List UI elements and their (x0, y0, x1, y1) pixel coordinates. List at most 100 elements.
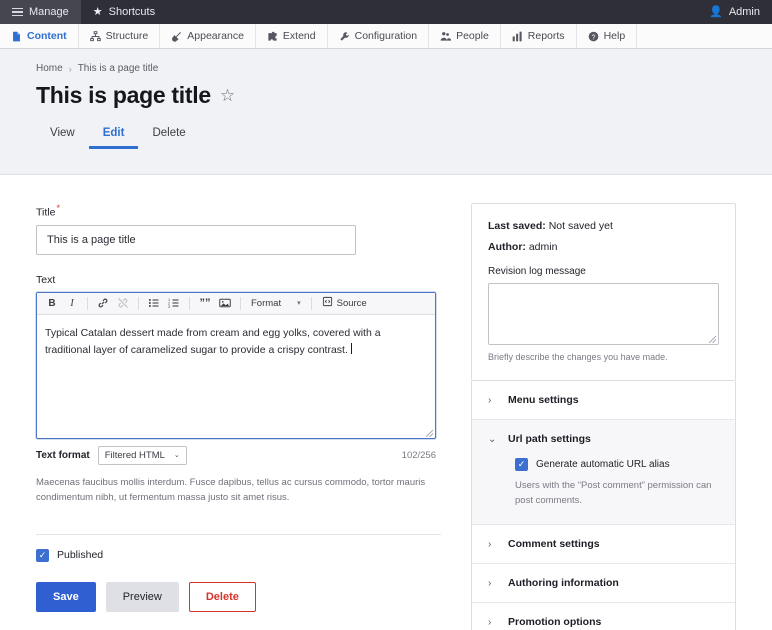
bar-chart-icon (512, 31, 523, 42)
text-format-row: Text format Filtered HTML ⌄ 102/256 (36, 446, 436, 465)
menu-item-people-label: People (456, 30, 489, 42)
page-tabs: View Edit Delete (0, 123, 772, 149)
admin-toolbar-user[interactable]: 👤 Admin (697, 0, 772, 24)
bold-icon[interactable]: B (43, 295, 61, 312)
admin-menu-bar: Content Structure Appearance Extend Conf… (0, 24, 772, 49)
revision-log-textarea[interactable] (488, 283, 719, 345)
section-authoring-information-header[interactable]: › Authoring information (472, 564, 735, 602)
menu-item-people[interactable]: People (429, 24, 501, 48)
title-label-text: Title (36, 207, 55, 219)
text-field-block: Text B I 123 (36, 274, 441, 505)
breadcrumb: Home › This is a page title (0, 63, 772, 74)
preview-button[interactable]: Preview (106, 582, 179, 612)
menu-item-content[interactable]: Content (0, 24, 79, 48)
form-actions: Save Preview Delete (36, 582, 441, 612)
toolbar-separator (311, 297, 312, 310)
numbered-list-icon[interactable]: 123 (165, 295, 183, 312)
revision-log-help: Briefly describe the changes you have ma… (488, 352, 719, 362)
menu-item-structure-label: Structure (106, 30, 149, 42)
section-promotion-options-title: Promotion options (508, 616, 601, 628)
page-body: Title* Text B I (0, 175, 772, 630)
tab-edit[interactable]: Edit (89, 123, 139, 149)
toolbar-separator (240, 297, 241, 310)
title-input[interactable] (36, 225, 356, 255)
unlink-icon (114, 295, 132, 312)
page-header: Home › This is a page title This is page… (0, 49, 772, 175)
rich-text-editor[interactable]: B I 123 (36, 292, 436, 439)
section-menu-settings-header[interactable]: › Menu settings (472, 381, 735, 419)
breadcrumb-separator-icon: › (69, 64, 72, 74)
published-checkbox[interactable]: ✓ (36, 549, 49, 562)
star-outline-icon[interactable]: ☆ (220, 87, 235, 104)
menu-item-help[interactable]: ? Help (577, 24, 638, 48)
editor-content-area[interactable]: Typical Catalan dessert made from cream … (37, 315, 435, 428)
chevron-right-icon: › (488, 617, 496, 628)
section-menu-settings-title: Menu settings (508, 394, 579, 406)
section-comment-settings[interactable]: › Comment settings (472, 525, 735, 564)
menu-item-structure[interactable]: Structure (79, 24, 161, 48)
svg-text:?: ? (591, 34, 595, 41)
blockquote-icon[interactable]: ”” (196, 295, 214, 312)
section-promotion-options[interactable]: › Promotion options (472, 603, 735, 630)
save-button[interactable]: Save (36, 582, 96, 612)
url-alias-checkbox[interactable]: ✓ (515, 458, 528, 471)
delete-button[interactable]: Delete (189, 582, 256, 612)
section-url-path-settings[interactable]: ⌄ Url path settings ✓ Generate automatic… (472, 420, 735, 525)
admin-toolbar-shortcuts-label: Shortcuts (109, 6, 155, 18)
text-format-left: Text format Filtered HTML ⌄ (36, 446, 187, 465)
section-comment-settings-header[interactable]: › Comment settings (472, 525, 735, 563)
menu-item-reports[interactable]: Reports (501, 24, 577, 48)
chevron-down-icon: ▾ (297, 299, 301, 307)
sidebar-accordion: › Menu settings ⌄ Url path settings ✓ Ge… (471, 381, 736, 630)
source-code-icon (322, 296, 333, 310)
text-format-label: Text format (36, 450, 90, 461)
author-value: admin (529, 241, 558, 253)
sidebar-column: Last saved: Not saved yet Author: admin … (471, 203, 736, 630)
format-dropdown[interactable]: Format ▾ (247, 298, 305, 309)
link-icon[interactable] (94, 295, 112, 312)
menu-item-extend[interactable]: Extend (256, 24, 328, 48)
text-field-label: Text (36, 274, 441, 286)
user-icon: 👤 (709, 7, 723, 18)
chevron-down-icon: ⌄ (488, 434, 496, 445)
italic-icon[interactable]: I (63, 295, 81, 312)
text-format-value: Filtered HTML (105, 450, 165, 461)
structure-icon (90, 31, 101, 42)
source-button-label: Source (337, 298, 367, 309)
section-comment-settings-title: Comment settings (508, 538, 600, 550)
node-meta-card: Last saved: Not saved yet Author: admin … (471, 203, 736, 381)
menu-item-appearance[interactable]: Appearance (160, 24, 256, 48)
source-button[interactable]: Source (318, 296, 371, 310)
admin-toolbar-shortcuts[interactable]: ★ Shortcuts (81, 0, 167, 24)
title-field-block: Title* (36, 203, 441, 255)
tab-delete[interactable]: Delete (138, 123, 199, 149)
question-circle-icon: ? (588, 31, 599, 42)
section-url-path-settings-header[interactable]: ⌄ Url path settings (472, 420, 735, 458)
tab-view[interactable]: View (36, 123, 89, 149)
bulleted-list-icon[interactable] (145, 295, 163, 312)
published-checkbox-row[interactable]: ✓ Published (36, 549, 441, 562)
breadcrumb-home[interactable]: Home (36, 63, 63, 74)
editor-toolbar: B I 123 (37, 293, 435, 315)
section-promotion-options-header[interactable]: › Promotion options (472, 603, 735, 630)
text-format-select[interactable]: Filtered HTML ⌄ (98, 446, 187, 465)
breadcrumb-current: This is a page title (78, 63, 159, 74)
published-label: Published (57, 549, 103, 561)
image-icon[interactable] (216, 295, 234, 312)
author-label: Author: (488, 241, 526, 253)
toolbar-separator (138, 297, 139, 310)
menu-item-configuration-label: Configuration (355, 30, 417, 42)
url-alias-checkbox-row[interactable]: ✓ Generate automatic URL alias (515, 458, 719, 471)
admin-toolbar: Manage ★ Shortcuts 👤 Admin (0, 0, 772, 24)
menu-item-help-label: Help (604, 30, 626, 42)
document-icon (11, 31, 22, 42)
section-menu-settings[interactable]: › Menu settings (472, 381, 735, 420)
wrench-icon (339, 31, 350, 42)
menu-item-configuration[interactable]: Configuration (328, 24, 429, 48)
menu-item-reports-label: Reports (528, 30, 565, 42)
editor-resize-handle[interactable] (37, 428, 435, 438)
puzzle-icon (267, 31, 278, 42)
section-authoring-information[interactable]: › Authoring information (472, 564, 735, 603)
admin-toolbar-manage[interactable]: Manage (0, 0, 81, 24)
page-title-row: This is page title ☆ (0, 82, 772, 109)
